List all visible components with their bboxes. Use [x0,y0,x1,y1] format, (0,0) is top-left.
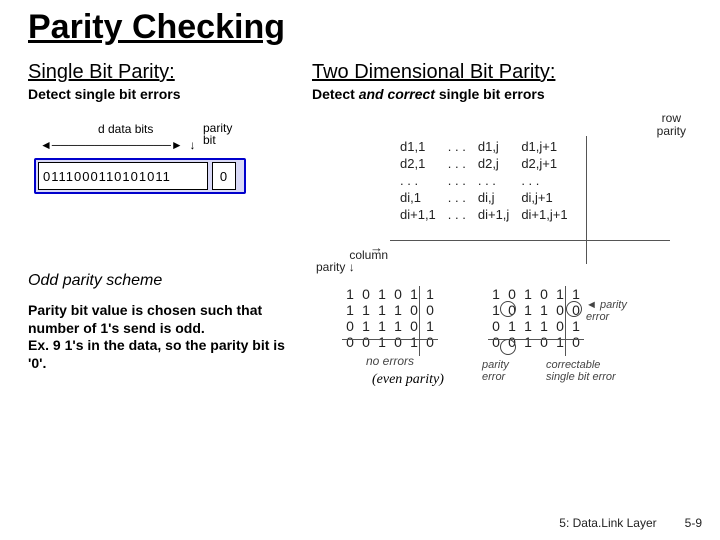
two-dim-heading: Two Dimensional Bit Parity: [312,61,692,84]
grid-divider-v [586,136,587,264]
arrow-down-icon [349,260,355,274]
single-bit-figure: d data bits parity bit ◄──────────────► … [28,122,288,212]
grid-cell: d1,j [472,138,515,155]
grid-cell: . . . [472,172,515,189]
two-dim-sub: Detect and correct single bit errors [312,86,692,102]
bracket-arrows: ◄──────────────► ↓ [40,138,195,152]
grid-cell: di,j+1 [515,189,573,206]
row-parity-label: row parity [657,112,686,137]
parity-bit-box: 0 [212,162,236,190]
grid-cell: di+1,1 [394,206,442,223]
right-column: Two Dimensional Bit Parity: Detect and c… [312,61,692,388]
even-parity-note: (even parity) [372,372,692,388]
matrix-divider-v [565,286,566,356]
grid-cell: . . . [442,206,472,223]
parity-bit-label: parity bit [203,122,232,146]
parity-error-label-col: parity error [482,360,509,383]
two-dim-grid: d1,1 . . . d1,j d1,j+1 d2,1 . . . d2,j d… [394,138,574,223]
grid-cell: d1,j+1 [515,138,573,155]
two-dim-sub-em: and correct [359,86,435,102]
bit-row: 0111000110101011 0 [38,162,236,190]
matrix-caption-no-errors: no errors [342,354,438,368]
slide-title: Parity Checking [28,8,692,47]
grid-cell: . . . [442,189,472,206]
row-parity-error-circle-icon [566,301,582,317]
matrix-divider-h [342,339,438,340]
parity-error-label-row: ◄ parity error [586,300,627,323]
two-dim-grid-figure: row parity column parity d1,1 . . . d1,j… [312,112,692,282]
grid-cell: . . . [442,138,472,155]
data-bits-box: 0111000110101011 [38,162,208,190]
grid-cell: di,1 [394,189,442,206]
grid-cell: d2,1 [394,155,442,172]
two-dim-sub-post: single bit errors [435,86,545,102]
parity-note: Parity bit value is chosen such that num… [28,302,288,372]
arrow-right-icon [370,240,383,255]
matrix-with-error: 101011 101100 011101 001010 ◄ parity err… [488,286,584,368]
footer-chapter: 5: Data.Link Layer [559,516,656,530]
grid-cell: . . . [394,172,442,189]
correctable-label: correctable single bit error [546,360,616,383]
example-matrices: 101011 111100 011101 001010 no errors 10… [342,286,692,368]
left-column: Single Bit Parity: Detect single bit err… [28,61,288,388]
columns: Single Bit Parity: Detect single bit err… [28,61,692,388]
grid-cell: . . . [442,155,472,172]
matrix-divider-v [419,286,420,356]
grid-cell: d2,j+1 [515,155,573,172]
d-data-bits-label: d data bits [98,122,153,136]
two-dim-sub-pre: Detect [312,86,359,102]
grid-cell: di+1,j [472,206,515,223]
matrix-no-errors: 101011 111100 011101 001010 no errors [342,286,438,368]
slide: Parity Checking Single Bit Parity: Detec… [0,0,720,540]
footer-page: 5-9 [685,516,702,530]
single-bit-sub: Detect single bit errors [28,86,288,102]
grid-cell: . . . [515,172,573,189]
grid-cell: di+1,j+1 [515,206,573,223]
error-circle-icon [500,301,516,317]
grid-cell: d2,j [472,155,515,172]
grid-cell: d1,1 [394,138,442,155]
grid-cell: . . . [442,172,472,189]
grid-divider-h [390,240,670,241]
grid-cell: di,j [472,189,515,206]
footer: 5: Data.Link Layer 5-9 [0,516,702,530]
col-parity-error-circle-icon [500,339,516,355]
single-bit-heading: Single Bit Parity: [28,61,288,84]
odd-parity-scheme-label: Odd parity scheme [28,272,288,290]
